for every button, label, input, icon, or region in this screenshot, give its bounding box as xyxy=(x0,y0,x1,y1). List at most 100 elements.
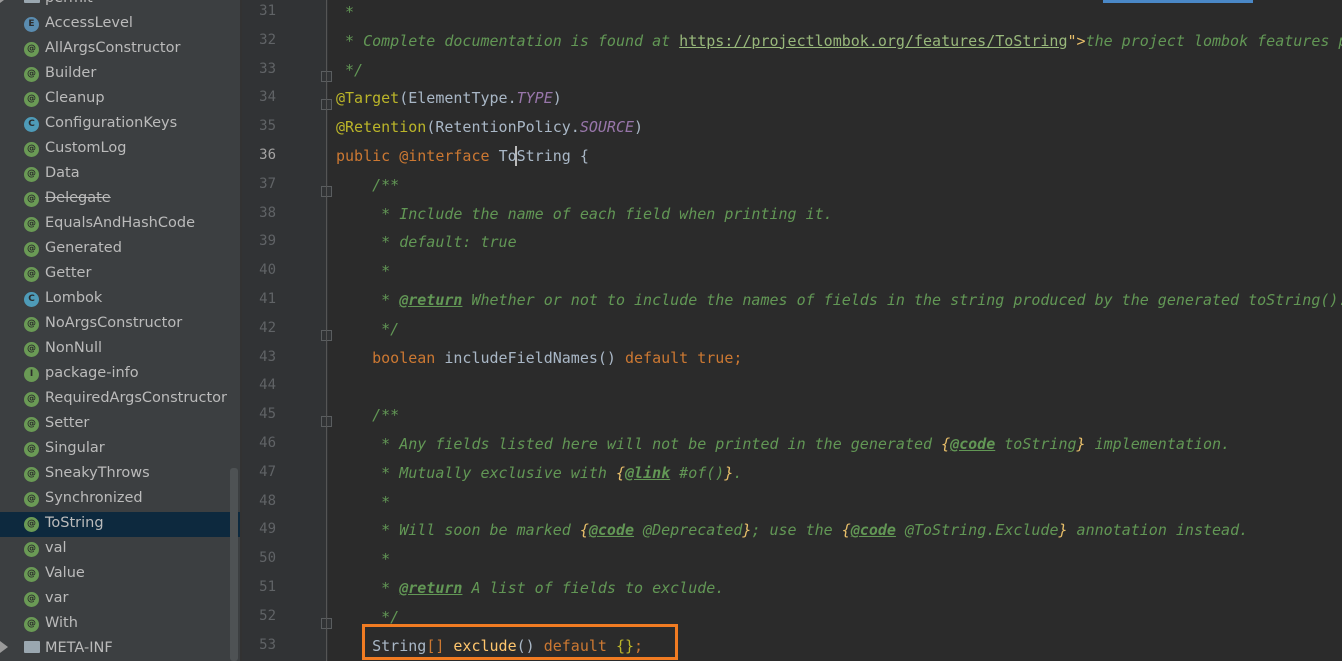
code-token: @Retention xyxy=(336,118,427,137)
code-token: @link xyxy=(625,463,671,482)
tree-item-requiredargsconstructor[interactable]: @ RequiredArgsConstructor xyxy=(0,387,240,412)
code-line[interactable]: */ xyxy=(336,61,363,79)
tree-item-generated[interactable]: @ Generated xyxy=(0,237,240,262)
code-token: ; use the xyxy=(751,521,842,540)
tree-item-label: Value xyxy=(45,565,85,581)
line-number: 37 xyxy=(259,175,276,192)
expand-arrow-icon[interactable] xyxy=(0,641,8,653)
code-token: includeFieldNames() xyxy=(444,348,625,367)
annotation-icon: @ xyxy=(24,242,39,257)
folder-icon xyxy=(24,641,40,653)
tree-item-label: ToString xyxy=(45,515,104,531)
tree-item-singular[interactable]: @ Singular xyxy=(0,437,240,462)
tree-item-configurationkeys[interactable]: C ConfigurationKeys xyxy=(0,112,240,137)
annotation-icon: @ xyxy=(24,192,39,207)
tree-item-label: AccessLevel xyxy=(45,15,133,31)
code-token: default true; xyxy=(625,348,743,367)
tree-item-getter[interactable]: @ Getter xyxy=(0,262,240,287)
expand-arrow-icon[interactable] xyxy=(0,0,8,3)
code-line[interactable]: * xyxy=(336,550,390,568)
tree-item-meta-inf[interactable]: META-INF xyxy=(0,637,240,661)
code-token: * xyxy=(336,550,391,569)
code-line[interactable]: * Include the name of each field when pr… xyxy=(336,205,833,223)
code-line[interactable]: /** xyxy=(336,406,399,424)
tree-item-lombok[interactable]: C Lombok xyxy=(0,287,240,312)
tree-item-sneakythrows[interactable]: @ SneakyThrows xyxy=(0,462,240,487)
tree-item-label: val xyxy=(45,540,67,556)
code-line[interactable]: * @return A list of fields to exclude. xyxy=(336,579,724,597)
code-token: } xyxy=(1058,521,1068,540)
code-line[interactable]: public @interface ToString { xyxy=(336,147,589,165)
code-token: @code xyxy=(950,435,996,453)
code-line[interactable]: /** xyxy=(336,176,399,194)
line-number: 33 xyxy=(259,60,276,77)
code-line[interactable]: * @return Whether or not to include the … xyxy=(336,291,1342,309)
tree-item-builder[interactable]: @ Builder xyxy=(0,62,240,87)
code-token: toString xyxy=(995,435,1077,453)
code-line[interactable]: */ xyxy=(336,320,399,338)
tree-item-value[interactable]: @ Value xyxy=(0,562,240,587)
code-token: ) xyxy=(552,89,562,108)
code-token: boolean xyxy=(336,348,445,367)
tree-scrollbar[interactable] xyxy=(230,468,238,661)
line-number: 39 xyxy=(259,233,276,250)
tree-item-setter[interactable]: @ Setter xyxy=(0,412,240,437)
tree-item-val[interactable]: @ val xyxy=(0,537,240,562)
tree-item-synchronized[interactable]: @ Synchronized xyxy=(0,487,240,512)
code-token: SOURCE xyxy=(579,118,635,137)
code-token: { xyxy=(941,435,951,453)
tree-item-with[interactable]: @ With xyxy=(0,612,240,637)
code-token: @ToString.Exclude xyxy=(895,521,1059,540)
tree-item-label: Getter xyxy=(45,265,92,281)
tree-item-accesslevel[interactable]: E AccessLevel xyxy=(0,12,240,37)
code-token: { xyxy=(615,463,625,482)
code-token: { xyxy=(841,521,851,540)
code-line[interactable]: @Retention(RetentionPolicy.SOURCE) xyxy=(336,118,643,136)
code-token: @code xyxy=(850,521,896,540)
code-line[interactable]: @Target(ElementType.TYPE) xyxy=(336,89,562,107)
code-line[interactable]: * Any fields listed here will not be pri… xyxy=(336,435,1230,453)
tree-item-label: permit xyxy=(45,0,93,6)
tree-item-cleanup[interactable]: @ Cleanup xyxy=(0,87,240,112)
tree-item-equalsandhashcode[interactable]: @ EqualsAndHashCode xyxy=(0,212,240,237)
tree-item-allargsconstructor[interactable]: @ AllArgsConstructor xyxy=(0,37,240,62)
tree-item-label: With xyxy=(45,615,78,631)
active-tab-indicator xyxy=(1103,0,1253,3)
code-token: * xyxy=(336,3,364,21)
tree-item-label: package-info xyxy=(45,365,139,381)
code-line[interactable]: * Complete documentation is found at htt… xyxy=(336,32,1342,50)
tree-item-noargsconstructor[interactable]: @ NoArgsConstructor xyxy=(0,312,240,337)
tree-item-permit[interactable]: permit xyxy=(0,0,240,12)
enum-icon: E xyxy=(24,17,39,32)
code-token: @interface xyxy=(399,147,499,165)
code-token: @Target xyxy=(336,89,400,108)
tree-item-label: Delegate xyxy=(45,190,111,206)
tree-item-label: EqualsAndHashCode xyxy=(45,215,195,231)
code-line[interactable]: * xyxy=(336,262,390,280)
tree-item-package-info[interactable]: Ipackage-info xyxy=(0,362,240,387)
gutter-separator xyxy=(326,0,327,661)
code-line[interactable]: boolean includeFieldNames() default true… xyxy=(336,349,742,367)
code-token: ToString { xyxy=(498,147,589,165)
code-line[interactable]: * Mutually exclusive with {@link #of()}. xyxy=(336,464,742,482)
tree-item-var[interactable]: @ var xyxy=(0,587,240,612)
code-line[interactable]: * Will soon be marked {@code @Deprecated… xyxy=(336,521,1248,539)
line-number: 42 xyxy=(259,319,276,336)
code-line[interactable]: * default: true xyxy=(336,233,516,251)
tree-item-label: Synchronized xyxy=(45,490,143,506)
tree-item-label: AllArgsConstructor xyxy=(45,40,181,56)
tree-item-delegate[interactable]: @ Delegate xyxy=(0,187,240,212)
tree-item-data[interactable]: @ Data xyxy=(0,162,240,187)
tree-item-customlog[interactable]: @ CustomLog xyxy=(0,137,240,162)
tree-item-nonnull[interactable]: @ NonNull xyxy=(0,337,240,362)
annotation-icon: @ xyxy=(24,92,39,107)
annotation-icon: @ xyxy=(24,592,39,607)
tree-item-label: ConfigurationKeys xyxy=(45,115,178,131)
code-token: */ xyxy=(336,60,364,79)
code-editor[interactable]: * * Complete documentation is found at h… xyxy=(328,0,1342,661)
code-token: #of() xyxy=(670,463,725,482)
annotation-icon: @ xyxy=(24,517,39,532)
line-number: 52 xyxy=(259,607,276,624)
tree-item-tostring[interactable]: @ ToString xyxy=(0,512,240,537)
annotation-icon: @ xyxy=(24,617,39,632)
